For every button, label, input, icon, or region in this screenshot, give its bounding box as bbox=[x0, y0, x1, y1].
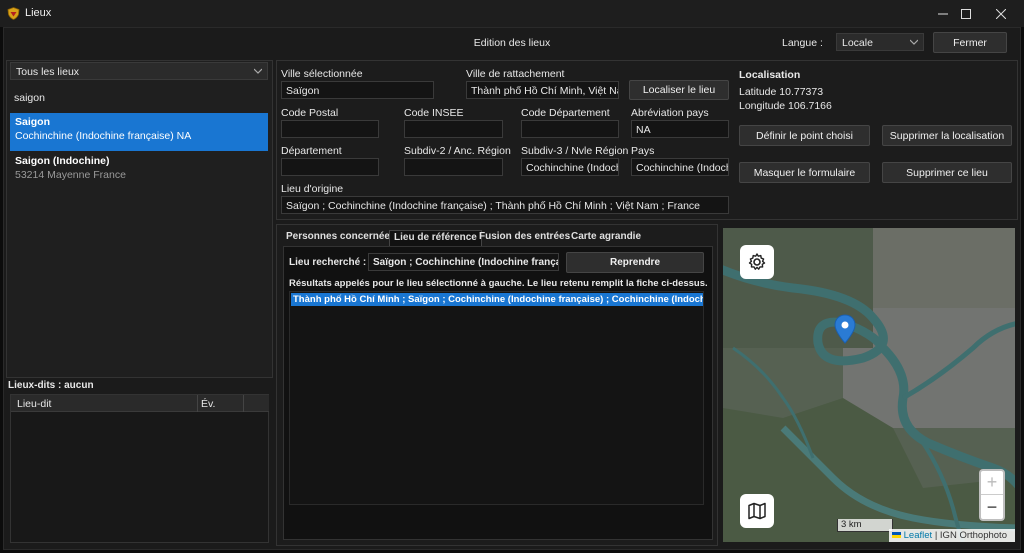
localiser-button[interactable]: Localiser le lieu bbox=[629, 80, 729, 100]
lieu-recherche-field[interactable]: Saïgon ; Cochinchine (Indochine français… bbox=[368, 253, 559, 271]
lieu-origine-field[interactable]: Saïgon ; Cochinchine (Indochine français… bbox=[281, 196, 729, 214]
map-settings-button[interactable] bbox=[740, 245, 774, 279]
app-shield-icon bbox=[7, 7, 20, 20]
column-divider bbox=[197, 395, 198, 412]
code-insee-field[interactable] bbox=[404, 120, 503, 138]
zoom-in-button[interactable]: + bbox=[981, 471, 1003, 495]
map-layers-button[interactable] bbox=[740, 494, 774, 528]
code-postal-field[interactable] bbox=[281, 120, 379, 138]
attribution-source: IGN Orthophoto bbox=[939, 530, 1007, 541]
place-detail: Cochinchine (Indochine française) NA bbox=[15, 130, 192, 142]
map-attribution: Leaflet | IGN Orthophoto bbox=[889, 529, 1015, 542]
tab-carte-agrandie[interactable]: Carte agrandie bbox=[567, 230, 645, 246]
subdiv2-label: Subdiv-2 / Anc. Région bbox=[404, 145, 511, 157]
list-item[interactable]: Thành phố Hồ Chí Minh ; Saïgon ; Cochinc… bbox=[291, 293, 703, 306]
ville-selectionnee-field[interactable]: Saïgon bbox=[281, 81, 434, 99]
zoom-out-button[interactable]: − bbox=[981, 495, 1003, 519]
departement-field[interactable] bbox=[281, 158, 379, 176]
pays-label: Pays bbox=[631, 145, 655, 157]
pays-field[interactable]: Cochinchine (Indochine française) bbox=[631, 158, 729, 176]
language-value: Locale bbox=[842, 37, 873, 49]
places-filter-select[interactable]: Tous les lieux bbox=[10, 62, 268, 80]
column-header-ev[interactable]: Év. bbox=[201, 398, 215, 410]
masquer-formulaire-button[interactable]: Masquer le formulaire bbox=[739, 162, 870, 183]
column-header-lieu-dit[interactable]: Lieu-dit bbox=[17, 398, 51, 410]
subdiv2-field[interactable] bbox=[404, 158, 503, 176]
table-header: Lieu-dit Év. bbox=[11, 395, 269, 412]
map-scale: 3 km bbox=[837, 519, 893, 532]
supprimer-lieu-button[interactable]: Supprimer ce lieu bbox=[882, 162, 1012, 183]
supprimer-localisation-button[interactable]: Supprimer la localisation bbox=[882, 125, 1012, 146]
localisation-title: Localisation bbox=[739, 69, 801, 81]
places-search-input[interactable]: saigon bbox=[10, 90, 268, 108]
map-view[interactable]: + − 3 km Leaflet | IGN Orthophoto bbox=[723, 228, 1015, 542]
code-departement-label: Code Département bbox=[521, 107, 610, 119]
subdiv3-label: Subdiv-3 / Nvle Région bbox=[521, 145, 629, 157]
results-list: Thành phố Hồ Chí Minh ; Saïgon ; Cochinc… bbox=[289, 291, 704, 505]
language-label: Langue : bbox=[782, 37, 823, 49]
code-postal-label: Code Postal bbox=[281, 107, 339, 119]
ville-rattachement-field[interactable]: Thành phố Hồ Chí Minh, Việt Nam bbox=[466, 81, 619, 99]
place-detail: 53214 Mayenne France bbox=[15, 169, 126, 181]
title-bar: Lieux bbox=[0, 0, 1024, 27]
attribution-separator: | bbox=[934, 530, 938, 541]
ukraine-flag-icon bbox=[892, 532, 901, 539]
tab-personnes-concernees[interactable]: Personnes concernées bbox=[282, 230, 400, 246]
column-divider bbox=[243, 395, 244, 412]
lieu-recherche-label: Lieu recherché : bbox=[289, 257, 367, 268]
close-icon bbox=[996, 8, 1006, 19]
map-icon bbox=[748, 502, 766, 520]
maximize-icon bbox=[961, 8, 971, 19]
reprendre-button[interactable]: Reprendre bbox=[566, 252, 704, 273]
leaflet-link[interactable]: Leaflet bbox=[904, 530, 933, 541]
list-item[interactable]: Saigon Cochinchine (Indochine française)… bbox=[10, 113, 268, 151]
tab-lieu-de-reference[interactable]: Lieu de référence bbox=[389, 230, 482, 246]
gear-icon bbox=[748, 253, 766, 270]
list-item[interactable]: Saigon (Indochine) 53214 Mayenne France bbox=[10, 152, 268, 188]
latitude-value: Latitude 10.77373 bbox=[739, 86, 824, 98]
places-filter-value: Tous les lieux bbox=[16, 66, 80, 78]
place-name: Saigon bbox=[15, 116, 51, 128]
map-marker-icon[interactable] bbox=[834, 314, 856, 344]
results-info-text: Résultats appelés pour le lieu sélection… bbox=[289, 278, 708, 289]
lieux-dits-table: Lieu-dit Év. bbox=[10, 394, 269, 543]
code-insee-label: Code INSEE bbox=[404, 107, 464, 119]
tab-fusion-des-entrees[interactable]: Fusion des entrées bbox=[475, 230, 574, 246]
close-window-button[interactable] bbox=[978, 0, 1024, 27]
definir-point-button[interactable]: Définir le point choisi bbox=[739, 125, 870, 146]
code-departement-field[interactable] bbox=[521, 120, 619, 138]
ville-rattachement-label: Ville de rattachement bbox=[466, 68, 565, 80]
longitude-value: Longitude 106.7166 bbox=[739, 100, 832, 112]
departement-label: Département bbox=[281, 145, 342, 157]
abreviation-pays-label: Abréviation pays bbox=[631, 107, 709, 119]
ville-selectionnee-label: Ville sélectionnée bbox=[281, 68, 363, 80]
place-name: Saigon (Indochine) bbox=[15, 155, 110, 167]
chevron-down-icon bbox=[254, 68, 262, 74]
chevron-down-icon bbox=[910, 39, 918, 45]
window-title: Lieux bbox=[25, 7, 52, 19]
lieu-origine-label: Lieu d'origine bbox=[281, 183, 344, 195]
zoom-control: + − bbox=[979, 469, 1005, 521]
close-button[interactable]: Fermer bbox=[933, 32, 1007, 53]
abreviation-pays-field[interactable]: NA bbox=[631, 120, 729, 138]
lieux-dits-title: Lieux-dits : aucun bbox=[8, 380, 94, 391]
language-select[interactable]: Locale bbox=[836, 33, 924, 51]
subdiv3-field[interactable]: Cochinchine (Indochine française) bbox=[521, 158, 619, 176]
